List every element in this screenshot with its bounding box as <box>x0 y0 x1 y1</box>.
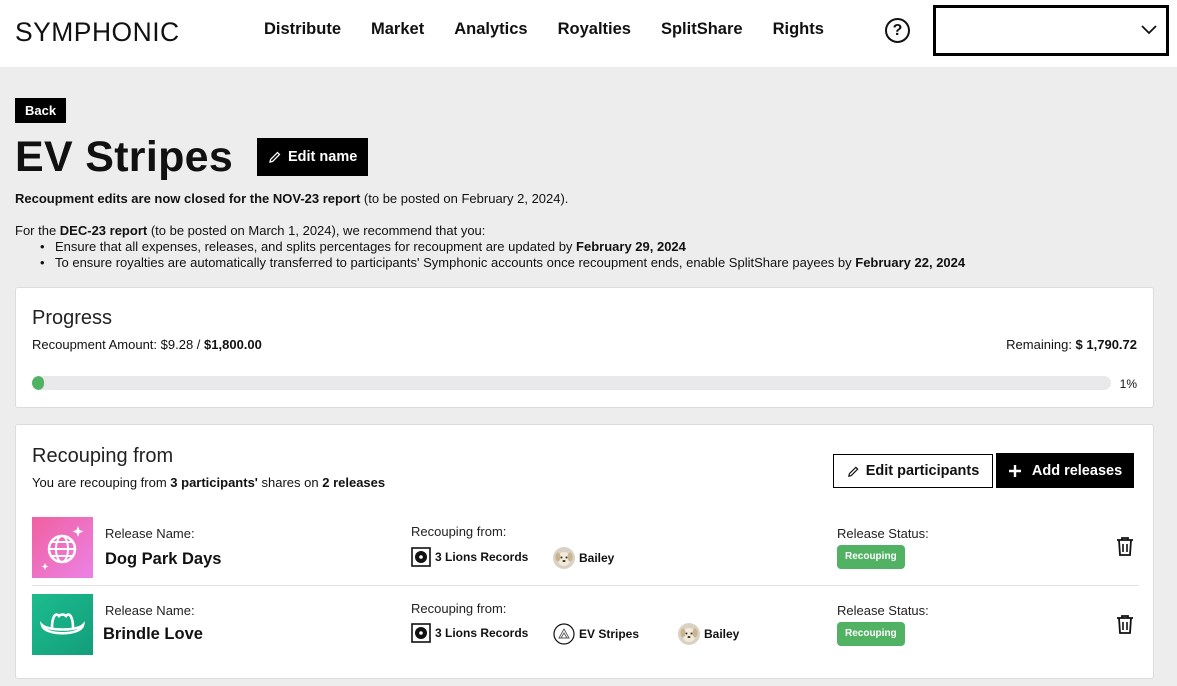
plus-icon <box>1008 464 1021 477</box>
participant-bailey: Bailey <box>678 623 739 645</box>
progress-bar-fill <box>32 376 44 390</box>
nav-royalties[interactable]: Royalties <box>558 20 631 39</box>
trash-icon[interactable] <box>1116 614 1134 634</box>
account-dropdown[interactable] <box>933 5 1169 56</box>
add-releases-button[interactable]: Add releases <box>996 453 1134 488</box>
release-artwork-cowboy-hat <box>32 594 93 655</box>
recommend-list: Ensure that all expenses, releases, and … <box>40 239 965 271</box>
list-item: Ensure that all expenses, releases, and … <box>40 239 965 255</box>
progress-percent: 1% <box>1119 377 1137 391</box>
vinyl-record-icon <box>411 547 431 567</box>
table-row: Release Name: Brindle Love Recouping fro… <box>32 594 1139 664</box>
list-item: To ensure royalties are automatically tr… <box>40 255 965 271</box>
trash-icon[interactable] <box>1116 536 1134 556</box>
status-badge: Recouping <box>837 622 905 646</box>
participant-bailey: Bailey <box>553 547 614 569</box>
notice-recommend: For the DEC-23 report (to be posted on M… <box>15 223 486 238</box>
progress-title: Progress <box>32 307 113 329</box>
recouping-title: Recouping from <box>32 445 174 467</box>
top-bar: SYMPHONIC Distribute Market Analytics Ro… <box>0 0 1177 67</box>
help-icon[interactable]: ? <box>885 18 910 43</box>
release-artwork-disco-ball <box>32 517 93 578</box>
release-name-label: Release Name: <box>105 526 195 541</box>
dog-avatar-icon <box>678 623 700 645</box>
participant-3-lions-records: 3 Lions Records <box>411 623 528 643</box>
release-name-label: Release Name: <box>105 603 195 618</box>
page-title: EV Stripes <box>15 133 234 181</box>
progress-bar <box>32 376 1111 390</box>
nav-analytics[interactable]: Analytics <box>454 20 527 39</box>
release-name[interactable]: Dog Park Days <box>105 550 221 569</box>
release-status-label: Release Status: <box>837 526 929 541</box>
nav-splitshare[interactable]: SplitShare <box>661 20 743 39</box>
symphonic-logo[interactable]: SYMPHONIC <box>15 17 180 48</box>
recouping-from-label: Recouping from: <box>411 524 507 539</box>
table-row: Release Name: Dog Park Days Recouping fr… <box>32 517 1139 587</box>
nav-rights[interactable]: Rights <box>773 20 824 39</box>
edit-name-button[interactable]: Edit name <box>257 138 369 176</box>
vinyl-record-icon <box>411 623 431 643</box>
pencil-icon <box>269 151 281 163</box>
recouping-summary: You are recouping from 3 participants' s… <box>32 475 386 490</box>
progress-card: Progress Recoupment Amount: $9.28 / $1,8… <box>15 287 1154 408</box>
remaining-amount: Remaining: $ 1,790.72 <box>1006 337 1137 352</box>
row-divider <box>32 585 1139 586</box>
chevron-down-icon <box>1141 25 1157 35</box>
nav-distribute[interactable]: Distribute <box>264 20 341 39</box>
dog-avatar-icon <box>553 547 575 569</box>
nav-market[interactable]: Market <box>371 20 424 39</box>
status-badge: Recouping <box>837 545 905 569</box>
participant-3-lions-records: 3 Lions Records <box>411 547 528 567</box>
release-name[interactable]: Brindle Love <box>103 625 203 644</box>
pencil-icon <box>847 465 859 477</box>
recoupment-amount: Recoupment Amount: $9.28 / $1,800.00 <box>32 337 262 352</box>
main-nav: Distribute Market Analytics Royalties Sp… <box>264 20 854 39</box>
notice-closed: Recoupment edits are now closed for the … <box>15 191 569 206</box>
release-status-label: Release Status: <box>837 603 929 618</box>
back-button[interactable]: Back <box>15 98 67 123</box>
artist-avatar-icon <box>553 623 575 645</box>
recouping-card: Recouping from You are recouping from 3 … <box>15 424 1154 679</box>
edit-name-label: Edit name <box>288 149 358 165</box>
recouping-from-label: Recouping from: <box>411 601 507 616</box>
edit-participants-button[interactable]: Edit participants <box>833 454 993 488</box>
participant-ev-stripes: EV Stripes <box>553 623 639 645</box>
